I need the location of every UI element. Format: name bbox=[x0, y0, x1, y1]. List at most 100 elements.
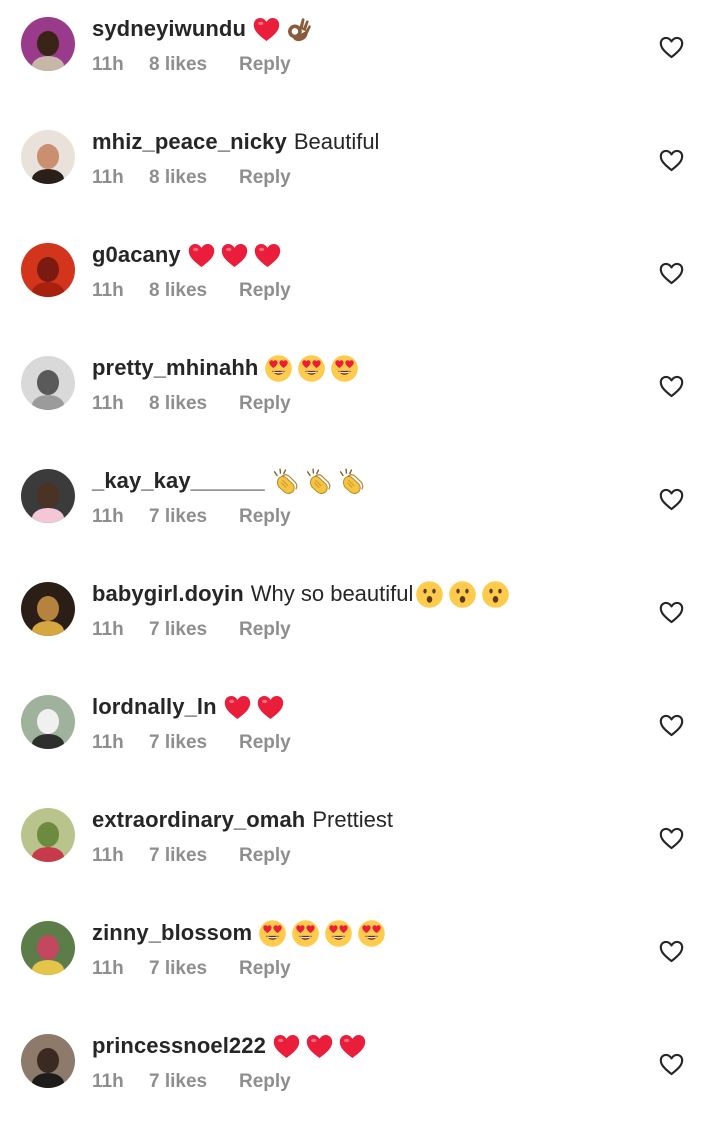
comment-likes[interactable]: 7 likes bbox=[149, 506, 239, 528]
red-heart-emoji bbox=[256, 693, 285, 722]
avatar[interactable] bbox=[21, 243, 75, 297]
comment-line: extraordinary_omah Prettiest bbox=[92, 803, 399, 837]
reply-button[interactable]: Reply bbox=[239, 732, 291, 754]
ok-hand-brown-emoji bbox=[285, 15, 314, 44]
reply-button[interactable]: Reply bbox=[239, 506, 291, 528]
comment-text: Prettiest bbox=[312, 807, 394, 832]
heart-outline-icon[interactable] bbox=[658, 34, 685, 61]
avatar[interactable] bbox=[21, 356, 75, 410]
reply-button[interactable]: Reply bbox=[239, 167, 291, 189]
avatar[interactable] bbox=[21, 808, 75, 862]
comment-meta: 11h 8 likes Reply bbox=[92, 280, 291, 302]
avatar[interactable] bbox=[21, 582, 75, 636]
comment-meta: 11h 8 likes Reply bbox=[92, 167, 291, 189]
heart-outline-icon[interactable] bbox=[658, 260, 685, 287]
avatar-body bbox=[31, 55, 65, 71]
comment-text: Why so beautiful bbox=[250, 581, 414, 606]
comment-username[interactable]: sydneyiwundu bbox=[92, 12, 246, 46]
avatar-body bbox=[31, 620, 65, 636]
avatar-face bbox=[37, 822, 59, 847]
heart-outline-icon[interactable] bbox=[658, 712, 685, 739]
comment-likes[interactable]: 8 likes bbox=[149, 167, 239, 189]
comment-item-babygirl-doyin: babygirl.doyin Why so beautiful 11h 7 li… bbox=[0, 565, 720, 678]
comment-time: 11h bbox=[92, 280, 124, 301]
comment-item-extraordinary-omah: extraordinary_omah Prettiest 11h 7 likes… bbox=[0, 791, 720, 904]
comment-username[interactable]: _kay_kay______ bbox=[92, 464, 265, 498]
comment-item-zinny-blossom: zinny_blossom 11h 7 likes Reply bbox=[0, 904, 720, 1017]
comment-username[interactable]: princessnoel222 bbox=[92, 1029, 266, 1063]
heart-outline-icon[interactable] bbox=[658, 147, 685, 174]
comment-item-mhiz-peace-nicky: mhiz_peace_nicky Beautiful 11h 8 likes R… bbox=[0, 113, 720, 226]
heart-outline-icon[interactable] bbox=[658, 373, 685, 400]
avatar[interactable] bbox=[21, 1034, 75, 1088]
heart-eyes-emoji bbox=[264, 354, 293, 383]
comment-line: lordnally_ln bbox=[92, 690, 285, 724]
avatar-face bbox=[37, 483, 59, 508]
avatar-face bbox=[37, 370, 59, 395]
comment-likes[interactable]: 7 likes bbox=[149, 619, 239, 641]
comment-line: babygirl.doyin Why so beautiful bbox=[92, 577, 510, 611]
avatar-face bbox=[37, 596, 59, 621]
reply-button[interactable]: Reply bbox=[239, 54, 291, 76]
astonished-emoji bbox=[481, 580, 510, 609]
comment-likes[interactable]: 7 likes bbox=[149, 732, 239, 754]
comment-likes[interactable]: 7 likes bbox=[149, 1071, 239, 1093]
comment-username[interactable]: g0acany bbox=[92, 238, 181, 272]
comment-username[interactable]: zinny_blossom bbox=[92, 916, 252, 950]
comment-likes[interactable]: 8 likes bbox=[149, 393, 239, 415]
comment-item-g0acany: g0acany 11h 8 likes Reply bbox=[0, 226, 720, 339]
avatar-body bbox=[31, 733, 65, 749]
comment-meta: 11h 7 likes Reply bbox=[92, 845, 291, 867]
comment-likes[interactable]: 8 likes bbox=[149, 280, 239, 302]
comment-line: g0acany bbox=[92, 238, 282, 272]
comment-emojis bbox=[223, 693, 285, 722]
heart-outline-icon[interactable] bbox=[658, 938, 685, 965]
heart-eyes-emoji bbox=[330, 354, 359, 383]
comment-line: zinny_blossom bbox=[92, 916, 386, 950]
avatar-face bbox=[37, 935, 59, 960]
heart-outline-icon[interactable] bbox=[658, 486, 685, 513]
comment-username[interactable]: pretty_mhinahh bbox=[92, 351, 258, 385]
comment-meta: 11h 8 likes Reply bbox=[92, 393, 291, 415]
comment-text: Beautiful bbox=[293, 129, 380, 154]
comment-meta: 11h 7 likes Reply bbox=[92, 619, 291, 641]
avatar[interactable] bbox=[21, 17, 75, 71]
comment-emojis bbox=[187, 241, 282, 270]
reply-button[interactable]: Reply bbox=[239, 280, 291, 302]
astonished-emoji bbox=[415, 580, 444, 609]
avatar[interactable] bbox=[21, 130, 75, 184]
comment-likes[interactable]: 8 likes bbox=[149, 54, 239, 76]
reply-button[interactable]: Reply bbox=[239, 393, 291, 415]
comment-meta: 11h 7 likes Reply bbox=[92, 958, 291, 980]
red-heart-emoji bbox=[223, 693, 252, 722]
comment-emojis bbox=[252, 15, 314, 44]
red-heart-emoji bbox=[220, 241, 249, 270]
avatar-body bbox=[31, 846, 65, 862]
comment-likes[interactable]: 7 likes bbox=[149, 958, 239, 980]
avatar-body bbox=[31, 281, 65, 297]
reply-button[interactable]: Reply bbox=[239, 619, 291, 641]
comment-username[interactable]: lordnally_ln bbox=[92, 690, 217, 724]
comment-time: 11h bbox=[92, 167, 124, 188]
avatar-face bbox=[37, 1048, 59, 1073]
reply-button[interactable]: Reply bbox=[239, 845, 291, 867]
comment-username[interactable]: babygirl.doyin bbox=[92, 577, 244, 611]
comment-username[interactable]: extraordinary_omah bbox=[92, 803, 305, 837]
reply-button[interactable]: Reply bbox=[239, 1071, 291, 1093]
heart-outline-icon[interactable] bbox=[658, 825, 685, 852]
comment-likes[interactable]: 7 likes bbox=[149, 845, 239, 867]
avatar[interactable] bbox=[21, 469, 75, 523]
heart-eyes-emoji bbox=[258, 919, 287, 948]
heart-outline-icon[interactable] bbox=[658, 1051, 685, 1078]
reply-button[interactable]: Reply bbox=[239, 958, 291, 980]
avatar[interactable] bbox=[21, 695, 75, 749]
comment-time: 11h bbox=[92, 506, 124, 527]
heart-outline-icon[interactable] bbox=[658, 599, 685, 626]
comment-username[interactable]: mhiz_peace_nicky bbox=[92, 125, 287, 159]
avatar[interactable] bbox=[21, 921, 75, 975]
red-heart-emoji bbox=[305, 1032, 334, 1061]
avatar-body bbox=[31, 394, 65, 410]
avatar-face bbox=[37, 709, 59, 734]
comment-emojis bbox=[271, 467, 366, 496]
heart-eyes-emoji bbox=[291, 919, 320, 948]
